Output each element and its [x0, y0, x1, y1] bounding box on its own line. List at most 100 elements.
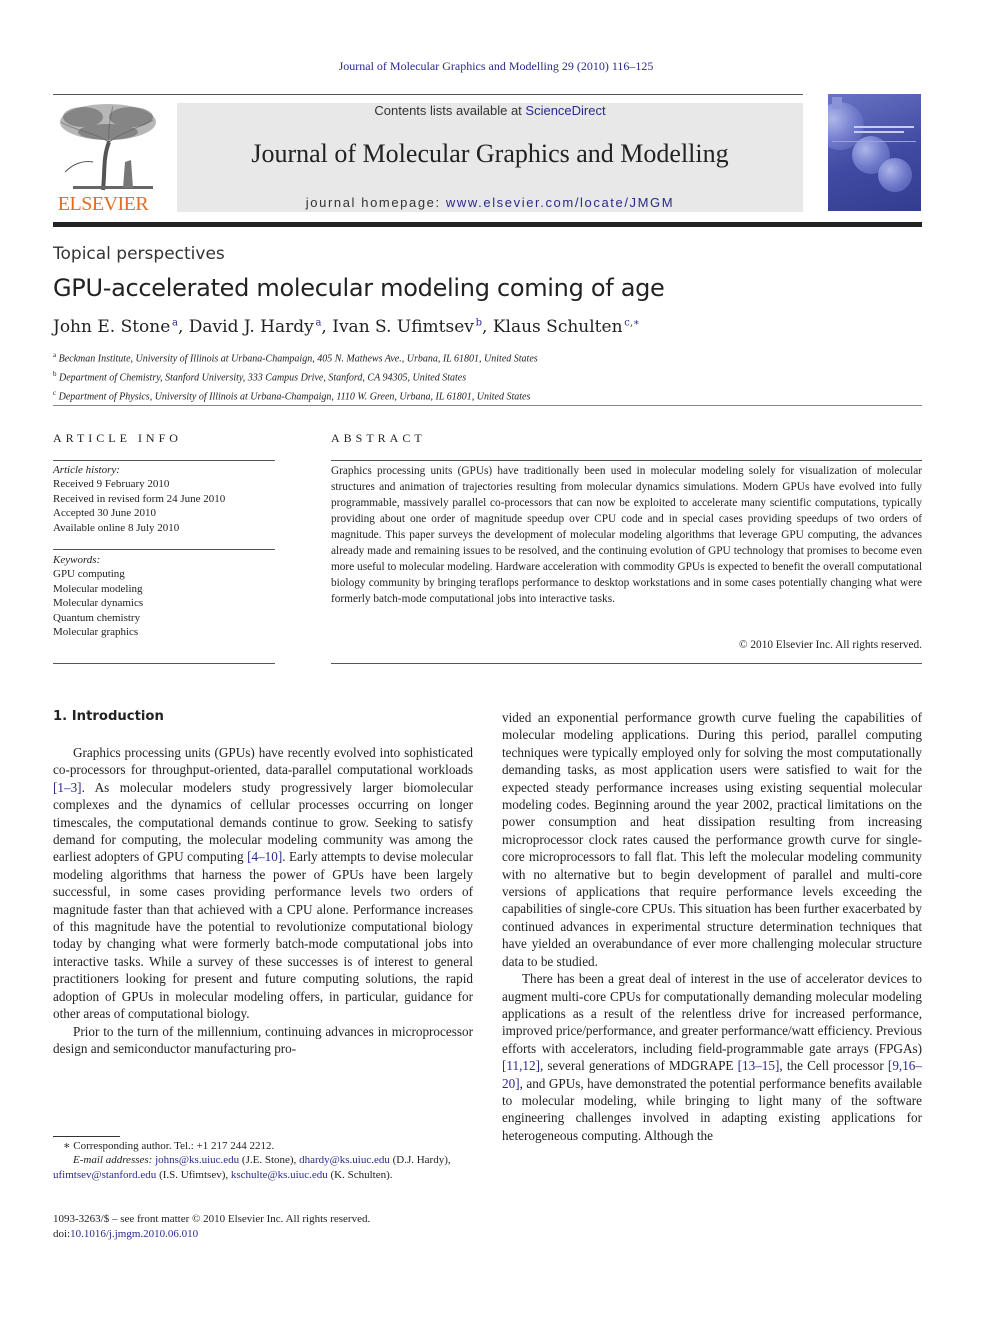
elsevier-wordmark: ELSEVIER — [57, 193, 149, 215]
body-column-right: vided an exponential performance growth … — [502, 709, 922, 1144]
keyword: GPU computing — [53, 568, 125, 581]
email-addresses: E-mail addresses: johns@ks.uiuc.edu (J.E… — [53, 1153, 473, 1182]
email-link[interactable]: dhardy@ks.uiuc.edu — [299, 1154, 390, 1166]
email-link[interactable]: kschulte@ks.uiuc.edu — [231, 1169, 328, 1181]
running-head[interactable]: Journal of Molecular Graphics and Modell… — [0, 59, 992, 74]
affiliation-key: c — [53, 388, 57, 397]
homepage-prefix: journal homepage: — [305, 195, 446, 210]
affiliation-text: Beckman Institute, University of Illinoi… — [58, 353, 538, 365]
keyword: Molecular graphics — [53, 626, 139, 639]
affiliations: a Beckman Institute, University of Illin… — [53, 348, 538, 404]
paragraph: Prior to the turn of the millennium, con… — [53, 1023, 473, 1056]
email-owner: (J.E. Stone), — [239, 1154, 300, 1167]
divider — [331, 663, 922, 664]
journal-citation-link[interactable]: Journal of Molecular Graphics and Modell… — [339, 59, 654, 73]
author-list: John E. Stone a, David J. Hardy a, Ivan … — [53, 317, 640, 337]
author: John E. Stone a, — [53, 317, 189, 337]
email-owner: (D.J. Hardy), — [389, 1154, 451, 1167]
footnote-divider — [53, 1136, 120, 1137]
cover-logo-icon — [832, 97, 842, 109]
history-label: Article history: — [53, 464, 120, 476]
section-type: Topical perspectives — [53, 244, 225, 264]
abstract-heading: ABSTRACT — [331, 431, 426, 445]
email-label: E-mail addresses: — [73, 1154, 156, 1167]
front-matter: 1093-3263/$ – see front matter © 2010 El… — [53, 1212, 473, 1241]
affiliation-key: b — [53, 369, 57, 378]
affiliations-divider — [53, 405, 922, 406]
citation-link[interactable]: [1–3] — [53, 780, 82, 795]
abstract-text: Graphics processing units (GPUs) have tr… — [331, 465, 922, 605]
contents-availability: Contents lists available at ScienceDirec… — [177, 103, 803, 118]
issn-line: 1093-3263/$ – see front matter © 2010 El… — [53, 1213, 371, 1225]
paragraph: vided an exponential performance growth … — [502, 710, 922, 969]
history-item: Accepted 30 June 2010 — [53, 507, 156, 520]
tree-icon — [60, 104, 156, 191]
body-column-left: Graphics processing units (GPUs) have re… — [53, 744, 473, 1057]
keyword: Molecular modeling — [53, 582, 143, 595]
keyword: Quantum chemistry — [53, 611, 141, 624]
author-name: David J. Hardy — [188, 317, 314, 337]
cover-title-line — [854, 126, 914, 128]
keyword: Molecular dynamics — [53, 597, 144, 610]
paragraph-text: There has been a great deal of interest … — [502, 971, 922, 1056]
author-separator: , — [482, 317, 493, 337]
affiliation-key: a — [53, 351, 57, 359]
journal-masthead: Contents lists available at ScienceDirec… — [177, 103, 803, 212]
paragraph-text: , several generations of MDGRAPE — [539, 1058, 738, 1074]
masthead-divider — [53, 222, 922, 227]
paragraph-text: . Early attempts to devise molecular mod… — [53, 849, 473, 1022]
email-owner: (I.S. Ufimtsev), — [156, 1168, 231, 1181]
footnotes: ∗ Corresponding author. Tel.: +1 217 244… — [53, 1139, 473, 1182]
divider — [53, 663, 275, 664]
sciencedirect-link[interactable]: ScienceDirect — [525, 103, 605, 118]
divider — [53, 549, 275, 550]
keywords-label: Keywords: — [53, 554, 101, 566]
citation-link[interactable]: [4–10] — [247, 849, 282, 864]
author: Klaus Schulten c,∗ — [493, 317, 640, 337]
affiliation: b Department of Chemistry, Stanford Univ… — [53, 367, 538, 386]
email-owner: (K. Schulten). — [327, 1168, 393, 1181]
divider — [331, 460, 922, 461]
header-divider — [53, 94, 803, 95]
homepage-link[interactable]: www.elsevier.com/locate/JMGM — [446, 195, 674, 210]
history-item: Received 9 February 2010 — [53, 478, 170, 491]
author-separator: , — [177, 317, 189, 337]
citation-link[interactable]: [13–15] — [738, 1058, 780, 1073]
journal-cover-image[interactable] — [828, 94, 921, 211]
affiliation: a Beckman Institute, University of Illin… — [53, 348, 538, 367]
journal-homepage: journal homepage: www.elsevier.com/locat… — [177, 195, 803, 210]
email-link[interactable]: ufimtsev@stanford.edu — [53, 1169, 156, 1181]
author-affiliation-marker[interactable]: c,∗ — [624, 317, 640, 328]
doi-line: doi:10.1016/j.jmgm.2010.06.010 — [53, 1227, 473, 1242]
cover-title-line — [854, 131, 904, 133]
author: David J. Hardy a, — [189, 317, 332, 337]
article-title: GPU-accelerated molecular modeling comin… — [53, 274, 665, 302]
doi-prefix: doi: — [53, 1227, 71, 1240]
email-link[interactable]: johns@ks.uiuc.edu — [155, 1154, 239, 1166]
paragraph-text: , and GPUs, have demonstrated the potent… — [502, 1075, 922, 1143]
affiliation: c Department of Physics, University of I… — [53, 386, 538, 405]
author-name: Klaus Schulten — [492, 317, 623, 337]
paragraph: There has been a great deal of interest … — [502, 970, 922, 1144]
doi-link[interactable]: 10.1016/j.jmgm.2010.06.010 — [70, 1228, 198, 1240]
paragraph: Graphics processing units (GPUs) have re… — [53, 744, 473, 1023]
history-item: Available online 8 July 2010 — [53, 521, 180, 534]
author-separator: , — [321, 317, 333, 337]
article-history: Article history: Received 9 February 201… — [53, 463, 225, 535]
affiliation-text: Department of Physics, University of Ill… — [58, 390, 531, 402]
contents-prefix: Contents lists available at — [374, 103, 526, 118]
divider — [53, 460, 275, 461]
history-item: Received in revised form 24 June 2010 — [53, 492, 226, 505]
journal-name: Journal of Molecular Graphics and Modell… — [251, 139, 729, 168]
section-heading: 1. Introduction — [53, 709, 164, 724]
article-info-heading: ARTICLE INFO — [53, 431, 182, 445]
citation-link[interactable]: [11,12] — [502, 1058, 540, 1073]
cover-sphere — [878, 158, 912, 192]
author-name: John E. Stone — [53, 317, 171, 337]
author-name: Ivan S. Ufimtsev — [332, 317, 474, 337]
corresponding-author-note: ∗ Corresponding author. Tel.: +1 217 244… — [63, 1140, 275, 1152]
cover-rule — [832, 141, 916, 142]
author: Ivan S. Ufimtsev b, — [332, 317, 493, 337]
abstract-copyright: © 2010 Elsevier Inc. All rights reserved… — [738, 639, 922, 651]
keywords: Keywords: GPU computing Molecular modeli… — [53, 553, 143, 639]
